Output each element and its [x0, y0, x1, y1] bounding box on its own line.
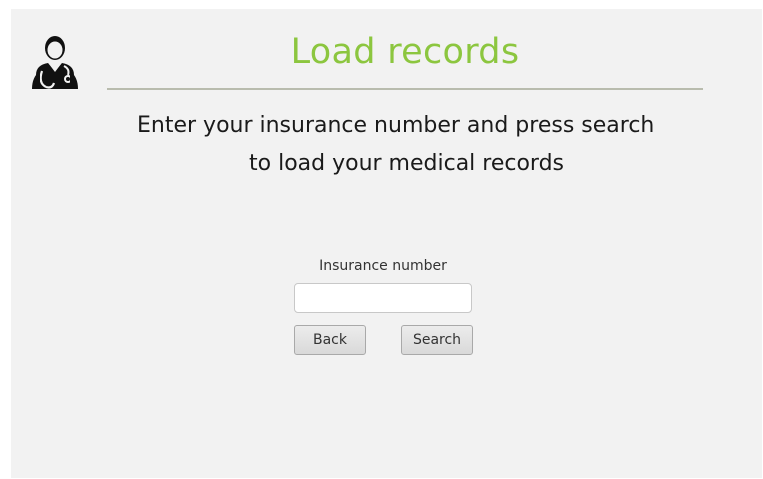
instructions-line-2: to load your medical records: [249, 151, 565, 176]
title-divider: [107, 88, 703, 90]
back-button[interactable]: Back: [294, 325, 366, 355]
instructions-line-1: Enter your insurance number and press se…: [137, 113, 655, 138]
load-records-window: Load records Enter your insurance number…: [11, 9, 762, 478]
page-title: Load records: [290, 32, 520, 72]
insurance-number-label: Insurance number: [319, 258, 447, 274]
doctor-icon: [32, 36, 78, 89]
search-button[interactable]: Search: [401, 325, 473, 355]
insurance-number-input[interactable]: [294, 283, 472, 313]
